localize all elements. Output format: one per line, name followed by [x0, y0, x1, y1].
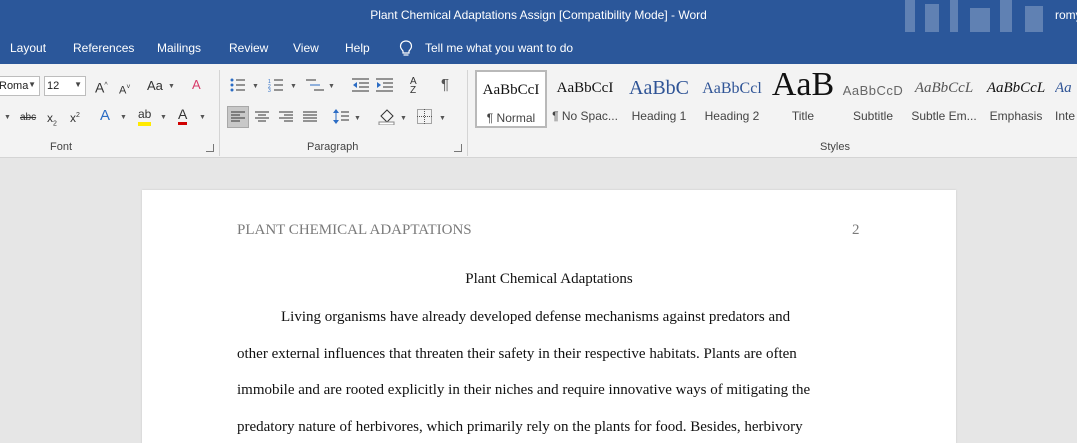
bullets-icon[interactable]: [230, 78, 246, 92]
style-sample: AaBbC: [629, 77, 689, 99]
paragraph-dialog-launcher-icon[interactable]: [454, 144, 462, 152]
chevron-down-icon: ▼: [28, 80, 36, 89]
body-line: other external influences that threaten …: [237, 346, 797, 362]
numbering-icon[interactable]: 1 2 3: [268, 78, 284, 92]
chevron-down-icon: ▼: [400, 115, 407, 122]
align-left-button[interactable]: [227, 106, 249, 128]
group-divider: [467, 70, 468, 156]
window-title: Plant Chemical Adaptations Assign [Compa…: [370, 8, 707, 22]
highlight-icon[interactable]: ab: [138, 106, 152, 126]
subscript-icon[interactable]: x2: [47, 110, 57, 132]
styles-gallery: AaBbCcI ¶ Normal AaBbCcI ¶ No Spac... Aa…: [475, 70, 1077, 128]
style-name: Heading 2: [704, 109, 760, 123]
align-left-icon: [231, 111, 245, 122]
tab-layout[interactable]: Layout: [10, 41, 46, 55]
lightbulb-icon: [399, 40, 413, 56]
tab-mailings[interactable]: Mailings: [157, 41, 201, 55]
style-sample: AaBbCcD: [842, 83, 904, 98]
running-header: PLANT CHEMICAL ADAPTATIONS: [237, 222, 472, 238]
font-group-label: Font: [50, 141, 73, 153]
chevron-down-icon: ▼: [328, 83, 335, 90]
font-dialog-launcher-icon[interactable]: [206, 144, 214, 152]
superscript-icon[interactable]: x2: [70, 108, 80, 126]
style-name: Inte: [1055, 109, 1076, 123]
title-bar: Plant Chemical Adaptations Assign [Compa…: [0, 0, 1077, 32]
style-heading-2[interactable]: AaBbCcl Heading 2: [696, 70, 768, 128]
paragraph-group-label: Paragraph: [307, 141, 359, 153]
style-sample: AaBbCcL: [914, 80, 974, 96]
style-name: Subtitle: [852, 109, 894, 123]
borders-icon[interactable]: [417, 109, 432, 124]
chevron-down-icon: ▼: [252, 83, 259, 90]
chevron-down-icon: ▼: [290, 83, 297, 90]
font-size-combo[interactable]: 12 ▼: [44, 76, 86, 96]
menu-bar: Layout References Mailings Review View H…: [0, 32, 1077, 64]
style-emphasis[interactable]: AaBbCcL Emphasis: [980, 70, 1052, 128]
shading-icon[interactable]: [378, 108, 395, 125]
tab-view[interactable]: View: [293, 41, 319, 55]
chevron-down-icon: ▼: [74, 80, 82, 89]
svg-text:3: 3: [268, 88, 271, 92]
group-divider: [219, 70, 220, 156]
style-name: Subtle Em...: [911, 109, 977, 123]
tell-me-search[interactable]: Tell me what you want to do: [425, 41, 573, 55]
style-heading-1[interactable]: AaBbC Heading 1: [623, 70, 695, 128]
tab-review[interactable]: Review: [229, 41, 268, 55]
style-title[interactable]: AaB Title: [767, 70, 839, 128]
style-subtitle[interactable]: AaBbCcD Subtitle: [837, 70, 909, 128]
strikethrough-icon[interactable]: abc: [20, 110, 36, 126]
style-sample: AaBbCcI: [482, 82, 540, 98]
style-normal[interactable]: AaBbCcI ¶ Normal: [475, 70, 547, 128]
chevron-down-icon: ▼: [4, 114, 11, 121]
style-name: ¶ Normal: [486, 111, 536, 125]
style-name: Emphasis: [989, 109, 1043, 123]
multilevel-list-icon[interactable]: [306, 78, 324, 92]
shrink-font-icon[interactable]: A˅: [119, 80, 130, 99]
line-spacing-icon[interactable]: [333, 109, 349, 124]
chevron-down-icon: ▼: [120, 114, 127, 121]
style-sample: Aa: [1055, 80, 1072, 96]
document-page[interactable]: PLANT CHEMICAL ADAPTATIONS 2 Plant Chemi…: [142, 190, 956, 443]
document-title: Plant Chemical Adaptations: [465, 271, 633, 287]
change-case-icon[interactable]: Aa: [147, 78, 163, 94]
user-name[interactable]: romy: [1055, 8, 1077, 22]
page-number: 2: [852, 222, 860, 238]
decrease-indent-icon[interactable]: [352, 78, 369, 92]
style-subtle-emphasis[interactable]: AaBbCcL Subtle Em...: [908, 70, 980, 128]
chevron-down-icon: ▼: [439, 115, 446, 122]
font-size-value: 12: [47, 80, 60, 92]
pilcrow-icon[interactable]: ¶: [441, 77, 449, 93]
style-sample: AaBbCcI: [556, 80, 614, 96]
font-name-value: Roma: [0, 80, 29, 92]
body-line: predatory nature of herbivores, which pr…: [237, 419, 803, 435]
style-name: Heading 1: [631, 109, 687, 123]
style-name: ¶ No Spac...: [552, 109, 618, 123]
tab-references[interactable]: References: [73, 41, 134, 55]
chevron-down-icon: ▼: [160, 114, 167, 121]
justify-icon[interactable]: [303, 111, 317, 123]
chevron-down-icon: ▼: [199, 114, 206, 121]
style-sample: AaBbCcl: [702, 80, 762, 97]
font-name-combo[interactable]: Roma ▼: [0, 76, 40, 96]
grow-font-icon[interactable]: A^: [95, 78, 108, 96]
sort-icon[interactable]: AZ: [410, 77, 417, 96]
tab-help[interactable]: Help: [345, 41, 370, 55]
align-right-icon[interactable]: [279, 111, 293, 123]
style-name: Title: [791, 109, 815, 123]
styles-group-label: Styles: [820, 141, 850, 153]
chevron-down-icon: ▼: [354, 115, 361, 122]
style-no-spacing[interactable]: AaBbCcI ¶ No Spac...: [549, 70, 621, 128]
style-sample: AaBbCcL: [986, 80, 1046, 96]
clear-formatting-icon[interactable]: A: [192, 77, 201, 93]
align-center-icon[interactable]: [255, 111, 269, 123]
body-line: immobile and are rooted explicitly in th…: [237, 382, 811, 398]
style-sample: AaB: [771, 70, 835, 103]
font-color-icon[interactable]: A: [178, 106, 188, 125]
body-line: Living organisms have already developed …: [281, 309, 791, 325]
text-effects-icon[interactable]: A: [100, 108, 110, 124]
style-intense-emphasis[interactable]: Aa Inte: [1055, 70, 1077, 128]
chevron-down-icon: ▼: [168, 83, 175, 90]
increase-indent-icon[interactable]: [376, 78, 393, 92]
